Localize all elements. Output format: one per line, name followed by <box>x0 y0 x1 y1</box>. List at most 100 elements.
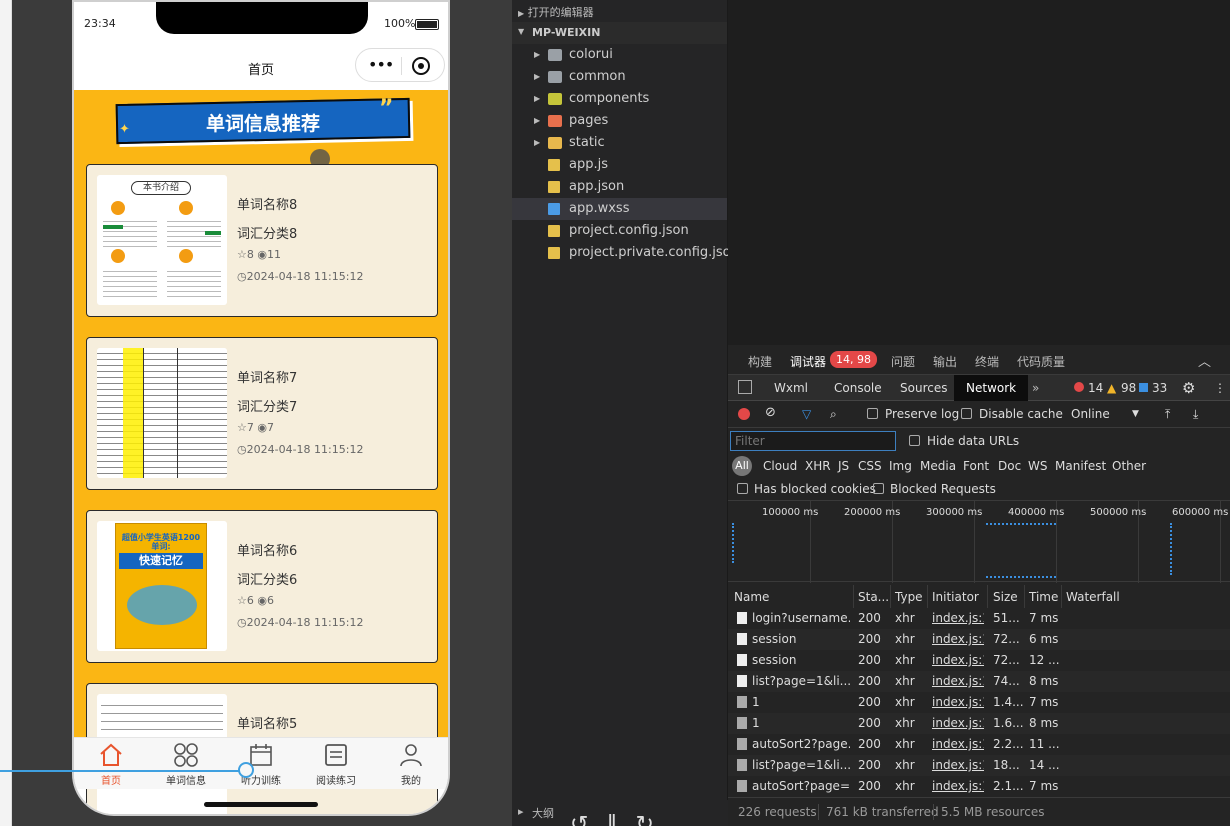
file-tree-item[interactable]: ▶ static <box>512 132 727 154</box>
col-name[interactable]: Name <box>734 590 769 604</box>
table-row[interactable]: list?page=1&li... 200 xhr index.js:1 18... 14… <box>728 755 1230 776</box>
tab-console[interactable]: Console <box>828 375 888 401</box>
type-other[interactable]: Other <box>1112 459 1146 473</box>
file-tree-item[interactable]: project.config.json <box>512 220 727 242</box>
col-status[interactable]: Sta... <box>858 590 889 604</box>
cell-name: session <box>752 653 797 667</box>
type-css[interactable]: CSS <box>858 459 882 473</box>
cell-initiator[interactable]: index.js:1 <box>932 713 984 734</box>
chevron-up-icon[interactable]: ︿ <box>1198 351 1211 370</box>
cell-initiator[interactable]: index.js:1 <box>932 629 984 650</box>
tab-build[interactable]: 构建 <box>748 353 772 370</box>
table-row[interactable]: 1 200 xhr index.js:1 1.6... 8 ms <box>728 713 1230 734</box>
upload-icon[interactable]: ⤒ <box>1165 407 1170 422</box>
filter-icon[interactable]: ▽ <box>802 407 811 421</box>
word-card[interactable]: 超值小学生英语1200单词: 快速记忆 单词名称6 词汇分类6 ☆6 ◉6 ◷2… <box>86 510 438 663</box>
type-manifest[interactable]: Manifest <box>1055 459 1106 473</box>
file-tree-item[interactable]: ▶ colorui <box>512 44 727 66</box>
kebab-menu-icon[interactable]: ⋮ <box>1214 375 1226 401</box>
tab-output[interactable]: 输出 <box>933 353 957 370</box>
disable-cache-checkbox[interactable] <box>961 408 972 419</box>
cell-initiator[interactable]: index.js:1 <box>932 650 984 671</box>
type-doc[interactable]: Doc <box>998 459 1021 473</box>
project-header[interactable]: ▼ MP-WEIXIN <box>512 22 727 44</box>
table-row[interactable]: session 200 xhr index.js:1 72... 6 ms <box>728 629 1230 650</box>
close-target-icon[interactable] <box>412 57 430 75</box>
table-row[interactable]: list?page=1&li... 200 xhr index.js:1 74... 8 … <box>728 671 1230 692</box>
resources-size: 5.5 MB resources <box>941 805 1045 819</box>
type-cloud[interactable]: Cloud <box>763 459 797 473</box>
type-ws[interactable]: WS <box>1028 459 1047 473</box>
tab-wxml[interactable]: Wxml <box>768 375 814 401</box>
search-icon[interactable]: ⌕ <box>830 407 837 422</box>
gear-icon[interactable]: ⚙ <box>1182 375 1195 401</box>
file-tree-item[interactable]: ▶ pages <box>512 110 727 132</box>
col-size[interactable]: Size <box>993 590 1018 604</box>
open-editors-section[interactable]: ▶ 打开的编辑器 <box>518 4 594 20</box>
table-row[interactable]: session 200 xhr index.js:1 72... 12 ... <box>728 650 1230 671</box>
file-tree-item[interactable]: ▶ common <box>512 66 727 88</box>
video-progress-bar[interactable] <box>0 770 240 772</box>
col-type[interactable]: Type <box>895 590 923 604</box>
table-row[interactable]: 1 200 xhr index.js:1 1.4... 7 ms <box>728 692 1230 713</box>
more-tabs-icon[interactable]: » <box>1032 375 1039 401</box>
type-xhr[interactable]: XHR <box>805 459 831 473</box>
download-icon[interactable]: ⤓ <box>1193 407 1198 422</box>
cell-initiator[interactable]: index.js:1 <box>932 608 984 629</box>
filter-input[interactable] <box>730 431 896 451</box>
table-row[interactable]: login?username... 200 xhr index.js:1 51... 7 … <box>728 608 1230 629</box>
record-icon[interactable] <box>738 408 750 420</box>
col-time[interactable]: Time <box>1029 590 1058 604</box>
cell-initiator[interactable]: index.js:1 <box>932 734 984 755</box>
type-img[interactable]: Img <box>889 459 912 473</box>
type-font[interactable]: Font <box>963 459 989 473</box>
cell-initiator[interactable]: index.js:1 <box>932 671 984 692</box>
chevron-down-icon[interactable]: ▼ <box>1132 409 1139 419</box>
type-media[interactable]: Media <box>920 459 956 473</box>
blocked-cookies-checkbox[interactable] <box>737 483 748 494</box>
video-progress-knob[interactable] <box>238 762 254 778</box>
pause-icon[interactable]: ‖ <box>606 812 635 826</box>
table-row[interactable]: autoSort2?page... 200 xhr index.js:1 2.2... 1… <box>728 734 1230 755</box>
tab-mine[interactable]: 我的 <box>374 742 448 787</box>
file-tree-item[interactable]: ▶ components <box>512 88 727 110</box>
tab-debugger[interactable]: 调试器 <box>790 353 826 370</box>
word-card[interactable]: 本书介绍 单词名称8 词汇分类8 ☆8 ◉11 ◷2024-04-18 11:1… <box>86 164 438 317</box>
col-waterfall[interactable]: Waterfall <box>1066 590 1120 604</box>
col-initiator[interactable]: Initiator <box>932 590 979 604</box>
file-tree-item[interactable]: app.json <box>512 176 727 198</box>
more-dots-icon[interactable]: ••• <box>368 55 394 74</box>
mini-program-capsule[interactable]: ••• <box>355 48 445 82</box>
network-overview-timeline[interactable]: 100000 ms 200000 ms 300000 ms 400000 ms … <box>728 500 1230 583</box>
file-tree-item[interactable]: project.private.config.json <box>512 242 739 264</box>
tab-network[interactable]: Network <box>954 375 1029 401</box>
cell-status: 200 <box>858 632 881 646</box>
clear-icon[interactable]: ⊘ <box>765 405 776 420</box>
word-card[interactable]: 单词名称7 词汇分类7 ☆7 ◉7 ◷2024-04-18 11:15:12 <box>86 337 438 490</box>
cell-initiator[interactable]: index.js:1 <box>932 755 984 776</box>
hide-data-urls-checkbox[interactable] <box>909 435 920 446</box>
forward-icon[interactable]: ↻ <box>635 812 671 826</box>
file-tree-item[interactable]: app.wxss <box>512 198 727 220</box>
tab-issues[interactable]: 问题 <box>891 353 915 370</box>
table-row[interactable]: autoSort?page=... 200 xhr index.js:1 2.1... 7… <box>728 776 1230 797</box>
inspect-icon[interactable] <box>738 380 752 394</box>
tab-terminal[interactable]: 终端 <box>975 353 999 370</box>
throttling-select[interactable]: Online <box>1071 407 1110 421</box>
tab-reading[interactable]: 阅读练习 <box>299 742 373 787</box>
tab-words[interactable]: 单词信息 <box>149 742 223 787</box>
rewind-icon[interactable]: ↺ <box>570 812 606 826</box>
type-all[interactable]: All <box>732 456 752 476</box>
cell-initiator[interactable]: index.js:1 <box>932 776 984 797</box>
cell-initiator[interactable]: index.js:1 <box>932 692 984 713</box>
type-js[interactable]: JS <box>838 459 849 473</box>
tab-sources[interactable]: Sources <box>894 375 953 401</box>
blocked-requests-checkbox[interactable] <box>873 483 884 494</box>
tab-home[interactable]: 首页 <box>74 742 148 787</box>
star-icon: ☆ <box>237 248 247 261</box>
preserve-log-checkbox[interactable] <box>867 408 878 419</box>
file-tree-item[interactable]: app.js <box>512 154 727 176</box>
screen: 23:34 100% 首页 ••• 单词信息推荐 ✦ ” 本书介绍 单词名称8 … <box>0 0 1230 826</box>
tab-code-quality[interactable]: 代码质量 <box>1017 353 1065 370</box>
tab-listening[interactable]: 听力训练 <box>224 742 298 787</box>
